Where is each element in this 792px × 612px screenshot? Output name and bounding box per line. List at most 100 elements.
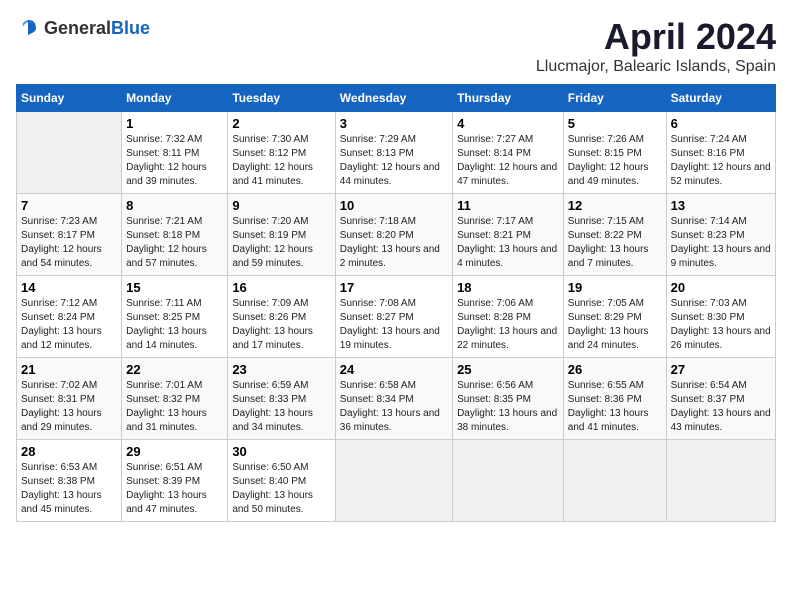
day-cell: 22 Sunrise: 7:01 AMSunset: 8:32 PMDayligh…: [122, 358, 228, 440]
day-cell: 20 Sunrise: 7:03 AMSunset: 8:30 PMDayligh…: [666, 276, 775, 358]
day-info: Sunrise: 6:56 AMSunset: 8:35 PMDaylight:…: [457, 379, 559, 435]
day-info: Sunrise: 7:21 AMSunset: 8:18 PMDaylight:…: [126, 215, 223, 271]
week-row-4: 21 Sunrise: 7:02 AMSunset: 8:31 PMDayligh…: [17, 358, 776, 440]
title-area: April 2024 Llucmajor, Balearic Islands, …: [536, 16, 776, 76]
day-cell: [335, 440, 452, 522]
day-number: 2: [232, 116, 330, 131]
column-header-thursday: Thursday: [453, 85, 564, 112]
day-number: 19: [568, 280, 662, 295]
day-info: Sunrise: 7:29 AMSunset: 8:13 PMDaylight:…: [340, 133, 448, 189]
logo: GeneralBlue: [16, 16, 150, 40]
day-info: Sunrise: 7:23 AMSunset: 8:17 PMDaylight:…: [21, 215, 117, 271]
subtitle: Llucmajor, Balearic Islands, Spain: [536, 58, 776, 76]
column-header-sunday: Sunday: [17, 85, 122, 112]
day-cell: 6 Sunrise: 7:24 AMSunset: 8:16 PMDaylight…: [666, 112, 775, 194]
day-info: Sunrise: 6:53 AMSunset: 8:38 PMDaylight:…: [21, 461, 117, 517]
day-cell: 25 Sunrise: 6:56 AMSunset: 8:35 PMDayligh…: [453, 358, 564, 440]
day-cell: [563, 440, 666, 522]
day-cell: 10 Sunrise: 7:18 AMSunset: 8:20 PMDayligh…: [335, 194, 452, 276]
day-cell: 23Sunrise: 6:59 AMSunset: 8:33 PMDayligh…: [228, 358, 335, 440]
column-header-tuesday: Tuesday: [228, 85, 335, 112]
day-number: 8: [126, 198, 223, 213]
day-info: Sunrise: 7:09 AMSunset: 8:26 PMDaylight:…: [232, 297, 330, 353]
day-cell: 26 Sunrise: 6:55 AMSunset: 8:36 PMDayligh…: [563, 358, 666, 440]
day-info: Sunrise: 7:30 AMSunset: 8:12 PMDaylight:…: [232, 133, 330, 189]
day-number: 10: [340, 198, 448, 213]
day-info: Sunrise: 7:06 AMSunset: 8:28 PMDaylight:…: [457, 297, 559, 353]
day-number: 6: [671, 116, 771, 131]
day-cell: 9Sunrise: 7:20 AMSunset: 8:19 PMDaylight…: [228, 194, 335, 276]
day-cell: 12 Sunrise: 7:15 AMSunset: 8:22 PMDayligh…: [563, 194, 666, 276]
day-cell: 1Sunrise: 7:32 AMSunset: 8:11 PMDaylight…: [122, 112, 228, 194]
logo-blue: Blue: [111, 18, 150, 38]
day-number: 23: [232, 362, 330, 377]
week-row-5: 28Sunrise: 6:53 AMSunset: 8:38 PMDayligh…: [17, 440, 776, 522]
day-info: Sunrise: 7:11 AMSunset: 8:25 PMDaylight:…: [126, 297, 223, 353]
week-row-3: 14 Sunrise: 7:12 AMSunset: 8:24 PMDayligh…: [17, 276, 776, 358]
column-header-monday: Monday: [122, 85, 228, 112]
day-info: Sunrise: 7:12 AMSunset: 8:24 PMDaylight:…: [21, 297, 117, 353]
week-row-1: 1Sunrise: 7:32 AMSunset: 8:11 PMDaylight…: [17, 112, 776, 194]
day-cell: [17, 112, 122, 194]
day-info: Sunrise: 7:26 AMSunset: 8:15 PMDaylight:…: [568, 133, 662, 189]
day-number: 16: [232, 280, 330, 295]
day-info: Sunrise: 7:08 AMSunset: 8:27 PMDaylight:…: [340, 297, 448, 353]
day-number: 22: [126, 362, 223, 377]
day-info: Sunrise: 7:15 AMSunset: 8:22 PMDaylight:…: [568, 215, 662, 271]
main-title: April 2024: [536, 16, 776, 58]
day-info: Sunrise: 7:24 AMSunset: 8:16 PMDaylight:…: [671, 133, 771, 189]
day-cell: 21 Sunrise: 7:02 AMSunset: 8:31 PMDayligh…: [17, 358, 122, 440]
day-cell: 15 Sunrise: 7:11 AMSunset: 8:25 PMDayligh…: [122, 276, 228, 358]
day-cell: 2 Sunrise: 7:30 AMSunset: 8:12 PMDaylight…: [228, 112, 335, 194]
column-header-saturday: Saturday: [666, 85, 775, 112]
day-number: 25: [457, 362, 559, 377]
day-info: Sunrise: 7:03 AMSunset: 8:30 PMDaylight:…: [671, 297, 771, 353]
day-info: Sunrise: 6:55 AMSunset: 8:36 PMDaylight:…: [568, 379, 662, 435]
day-info: Sunrise: 7:14 AMSunset: 8:23 PMDaylight:…: [671, 215, 771, 271]
day-number: 4: [457, 116, 559, 131]
day-number: 18: [457, 280, 559, 295]
day-number: 7: [21, 198, 117, 213]
day-cell: 17 Sunrise: 7:08 AMSunset: 8:27 PMDayligh…: [335, 276, 452, 358]
day-info: Sunrise: 7:20 AMSunset: 8:19 PMDaylight:…: [232, 215, 330, 271]
day-number: 5: [568, 116, 662, 131]
day-number: 26: [568, 362, 662, 377]
day-cell: [453, 440, 564, 522]
day-info: Sunrise: 7:01 AMSunset: 8:32 PMDaylight:…: [126, 379, 223, 435]
day-info: Sunrise: 7:05 AMSunset: 8:29 PMDaylight:…: [568, 297, 662, 353]
day-info: Sunrise: 6:54 AMSunset: 8:37 PMDaylight:…: [671, 379, 771, 435]
day-number: 29: [126, 444, 223, 459]
day-cell: 5 Sunrise: 7:26 AMSunset: 8:15 PMDaylight…: [563, 112, 666, 194]
calendar-table: SundayMondayTuesdayWednesdayThursdayFrid…: [16, 84, 776, 522]
day-cell: 7 Sunrise: 7:23 AMSunset: 8:17 PMDaylight…: [17, 194, 122, 276]
day-number: 15: [126, 280, 223, 295]
day-cell: [666, 440, 775, 522]
day-cell: 14 Sunrise: 7:12 AMSunset: 8:24 PMDayligh…: [17, 276, 122, 358]
day-info: Sunrise: 7:17 AMSunset: 8:21 PMDaylight:…: [457, 215, 559, 271]
day-cell: 30Sunrise: 6:50 AMSunset: 8:40 PMDayligh…: [228, 440, 335, 522]
column-header-wednesday: Wednesday: [335, 85, 452, 112]
week-row-2: 7 Sunrise: 7:23 AMSunset: 8:17 PMDaylight…: [17, 194, 776, 276]
column-header-friday: Friday: [563, 85, 666, 112]
day-info: Sunrise: 7:02 AMSunset: 8:31 PMDaylight:…: [21, 379, 117, 435]
day-cell: 11 Sunrise: 7:17 AMSunset: 8:21 PMDayligh…: [453, 194, 564, 276]
day-number: 1: [126, 116, 223, 131]
day-cell: 29 Sunrise: 6:51 AMSunset: 8:39 PMDayligh…: [122, 440, 228, 522]
day-number: 20: [671, 280, 771, 295]
day-number: 11: [457, 198, 559, 213]
day-cell: 19 Sunrise: 7:05 AMSunset: 8:29 PMDayligh…: [563, 276, 666, 358]
day-cell: 13Sunrise: 7:14 AMSunset: 8:23 PMDayligh…: [666, 194, 775, 276]
day-info: Sunrise: 7:18 AMSunset: 8:20 PMDaylight:…: [340, 215, 448, 271]
day-number: 21: [21, 362, 117, 377]
day-number: 24: [340, 362, 448, 377]
day-number: 3: [340, 116, 448, 131]
day-info: Sunrise: 6:51 AMSunset: 8:39 PMDaylight:…: [126, 461, 223, 517]
day-info: Sunrise: 6:50 AMSunset: 8:40 PMDaylight:…: [232, 461, 330, 517]
day-number: 14: [21, 280, 117, 295]
day-number: 12: [568, 198, 662, 213]
day-number: 17: [340, 280, 448, 295]
day-cell: 28Sunrise: 6:53 AMSunset: 8:38 PMDayligh…: [17, 440, 122, 522]
day-info: Sunrise: 6:58 AMSunset: 8:34 PMDaylight:…: [340, 379, 448, 435]
day-cell: 24 Sunrise: 6:58 AMSunset: 8:34 PMDayligh…: [335, 358, 452, 440]
day-cell: 3 Sunrise: 7:29 AMSunset: 8:13 PMDaylight…: [335, 112, 452, 194]
